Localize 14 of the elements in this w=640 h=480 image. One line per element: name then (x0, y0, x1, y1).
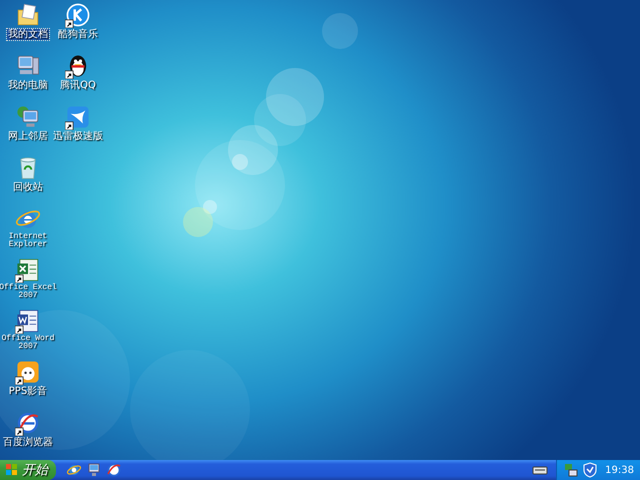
icon-label[interactable]: PPS影音 (8, 386, 48, 397)
start-button[interactable]: 开始 (0, 460, 56, 480)
clock: 19:38 (605, 464, 634, 476)
icon-label[interactable]: Internet Explorer (0, 233, 59, 249)
icon-label[interactable]: 百度浏览器 (2, 437, 54, 448)
icon-label[interactable]: 我的文档 (7, 29, 49, 40)
icon-label[interactable]: Office Excel 2007 (0, 284, 59, 300)
icon-label[interactable]: 回收站 (12, 182, 44, 193)
icon-label[interactable]: Office Word 2007 (0, 335, 59, 351)
icon-label[interactable]: 我的电脑 (7, 80, 49, 91)
icon-label[interactable]: 网上邻居 (7, 131, 49, 142)
icon-label[interactable]: 迅雷极速版 (52, 131, 104, 142)
icon-label[interactable]: 酷狗音乐 (57, 29, 99, 40)
icon-label[interactable]: 腾讯QQ (59, 80, 97, 91)
